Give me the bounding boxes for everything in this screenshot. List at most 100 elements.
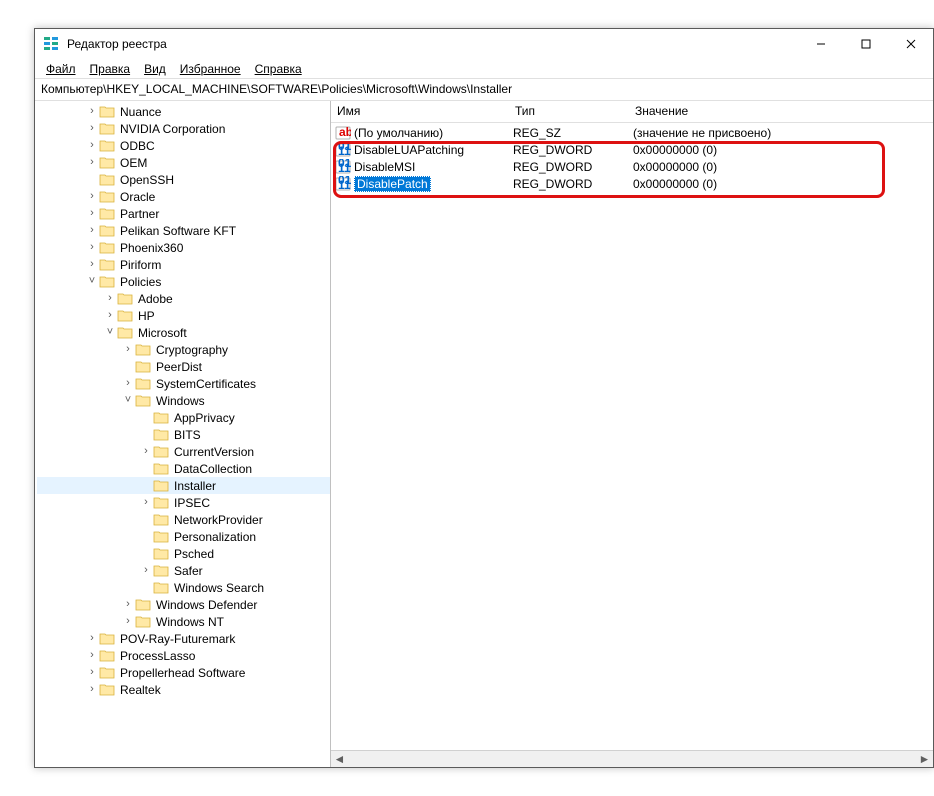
- expand-icon[interactable]: ›: [85, 140, 99, 151]
- expand-icon[interactable]: ›: [121, 344, 135, 355]
- expand-icon[interactable]: ›: [139, 514, 153, 525]
- expand-icon[interactable]: ›: [85, 242, 99, 253]
- tree-node[interactable]: ›Psched: [37, 545, 330, 562]
- tree-node[interactable]: ›Adobe: [37, 290, 330, 307]
- maximize-button[interactable]: [843, 29, 888, 59]
- expand-icon[interactable]: ›: [85, 667, 99, 678]
- value-row[interactable]: DisableLUAPatchingREG_DWORD0x00000000 (0…: [331, 141, 933, 158]
- expand-icon[interactable]: ›: [139, 582, 153, 593]
- tree-node[interactable]: ˅Windows: [37, 392, 330, 409]
- expand-icon[interactable]: ›: [139, 463, 153, 474]
- tree-node[interactable]: ›POV-Ray-Futuremark: [37, 630, 330, 647]
- expand-icon[interactable]: ›: [139, 446, 153, 457]
- scroll-right-icon[interactable]: ►: [916, 751, 933, 768]
- expand-icon[interactable]: ›: [139, 548, 153, 559]
- expand-icon[interactable]: ›: [85, 106, 99, 117]
- tree-node[interactable]: ›IPSEC: [37, 494, 330, 511]
- tree-node[interactable]: ›Windows Search: [37, 579, 330, 596]
- tree-node[interactable]: ›HP: [37, 307, 330, 324]
- expand-icon[interactable]: ›: [139, 497, 153, 508]
- minimize-button[interactable]: [798, 29, 843, 59]
- col-name[interactable]: Имя: [331, 101, 509, 122]
- folder-icon: [99, 224, 115, 237]
- expand-icon[interactable]: ›: [139, 429, 153, 440]
- menu-favorites[interactable]: Избранное: [173, 60, 248, 78]
- tree-node[interactable]: › Piriform: [37, 256, 330, 273]
- tree-node[interactable]: ›Windows Defender: [37, 596, 330, 613]
- menubar: Файл Правка Вид Избранное Справка: [35, 59, 933, 79]
- tree-node[interactable]: ›CurrentVersion: [37, 443, 330, 460]
- expand-icon[interactable]: ›: [85, 157, 99, 168]
- tree-node[interactable]: ›Windows NT: [37, 613, 330, 630]
- expand-icon[interactable]: ›: [121, 361, 135, 372]
- value-row[interactable]: DisableMSIREG_DWORD0x00000000 (0): [331, 158, 933, 175]
- tree-node[interactable]: ›Oracle: [37, 188, 330, 205]
- tree-node[interactable]: ›BITS: [37, 426, 330, 443]
- expand-icon[interactable]: ›: [85, 650, 99, 661]
- expand-icon[interactable]: ›: [85, 123, 99, 134]
- menu-help[interactable]: Справка: [248, 60, 309, 78]
- tree-node[interactable]: ›PeerDist: [37, 358, 330, 375]
- expand-icon[interactable]: ˅: [85, 276, 99, 287]
- tree-node[interactable]: ›Personalization: [37, 528, 330, 545]
- expand-icon[interactable]: ›: [85, 208, 99, 219]
- expand-icon[interactable]: ›: [85, 225, 99, 236]
- close-icon: [906, 39, 916, 49]
- tree-node[interactable]: ˅Microsoft: [37, 324, 330, 341]
- tree-node[interactable]: ›NetworkProvider: [37, 511, 330, 528]
- tree-node[interactable]: ›Partner: [37, 205, 330, 222]
- expand-icon[interactable]: ›: [139, 531, 153, 542]
- tree-node[interactable]: ›Realtek: [37, 681, 330, 698]
- close-button[interactable]: [888, 29, 933, 59]
- folder-icon: [153, 445, 169, 458]
- hscrollbar[interactable]: ◄ ►: [331, 750, 933, 767]
- expand-icon[interactable]: ›: [103, 293, 117, 304]
- expand-icon[interactable]: ˅: [121, 395, 135, 406]
- folder-icon: [99, 190, 115, 203]
- value-row[interactable]: (По умолчанию)REG_SZ(значение не присвое…: [331, 124, 933, 141]
- tree-node[interactable]: ›Pelikan Software KFT: [37, 222, 330, 239]
- value-data: 0x00000000 (0): [629, 160, 933, 174]
- tree-label: Piriform: [118, 258, 163, 272]
- expand-icon[interactable]: ›: [139, 412, 153, 423]
- tree-node[interactable]: ˅Policies: [37, 273, 330, 290]
- tree-node[interactable]: ›OEM: [37, 154, 330, 171]
- col-type[interactable]: Тип: [509, 101, 629, 122]
- scroll-left-icon[interactable]: ◄: [331, 751, 348, 768]
- tree-node[interactable]: ›Nuance: [37, 103, 330, 120]
- tree-pane[interactable]: ›Nuance›NVIDIA Corporation›ODBC›OEM›Open…: [35, 101, 331, 767]
- expand-icon[interactable]: ›: [85, 633, 99, 644]
- tree-node[interactable]: ›Propellerhead Software: [37, 664, 330, 681]
- expand-icon[interactable]: ˅: [103, 327, 117, 338]
- expand-icon[interactable]: ›: [85, 684, 99, 695]
- address-bar[interactable]: Компьютер\HKEY_LOCAL_MACHINE\SOFTWARE\Po…: [35, 79, 933, 101]
- value-row[interactable]: DisablePatchREG_DWORD0x00000000 (0): [331, 175, 933, 192]
- tree-node[interactable]: ›SystemCertificates: [37, 375, 330, 392]
- tree-node[interactable]: ›OpenSSH: [37, 171, 330, 188]
- menu-edit[interactable]: Правка: [83, 60, 138, 78]
- tree-node[interactable]: ›ProcessLasso: [37, 647, 330, 664]
- tree-node[interactable]: ›Safer: [37, 562, 330, 579]
- expand-icon[interactable]: ›: [121, 378, 135, 389]
- expand-icon[interactable]: ›: [139, 565, 153, 576]
- expand-icon[interactable]: ›: [139, 480, 153, 491]
- expand-icon[interactable]: ›: [85, 174, 99, 185]
- titlebar[interactable]: Редактор реестра: [35, 29, 933, 59]
- tree-node[interactable]: ›AppPrivacy: [37, 409, 330, 426]
- tree-node[interactable]: ›DataCollection: [37, 460, 330, 477]
- tree-label: NVIDIA Corporation: [118, 122, 227, 136]
- tree-node[interactable]: ›Installer: [37, 477, 330, 494]
- menu-file[interactable]: Файл: [39, 60, 83, 78]
- col-value[interactable]: Значение: [629, 101, 933, 122]
- expand-icon[interactable]: ›: [121, 616, 135, 627]
- menu-view[interactable]: Вид: [137, 60, 173, 78]
- tree-node[interactable]: ›Cryptography: [37, 341, 330, 358]
- tree-node[interactable]: ›Phoenix360: [37, 239, 330, 256]
- expand-icon[interactable]: ›: [85, 191, 99, 202]
- folder-icon: [135, 598, 151, 611]
- expand-icon[interactable]: ›: [121, 599, 135, 610]
- expand-icon[interactable]: ›: [85, 259, 99, 270]
- tree-node[interactable]: ›ODBC: [37, 137, 330, 154]
- expand-icon[interactable]: ›: [103, 310, 117, 321]
- tree-node[interactable]: › NVIDIA Corporation: [37, 120, 330, 137]
